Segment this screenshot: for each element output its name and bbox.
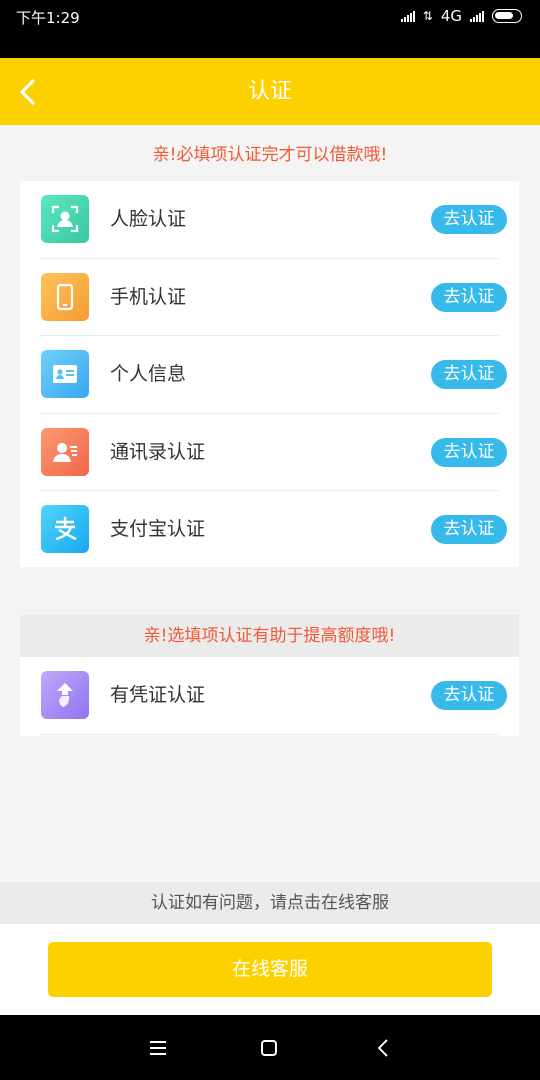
- signal-icon-2: [470, 10, 484, 22]
- item-label: 人脸认证: [110, 208, 187, 230]
- required-notice: 亲!必填项认证完才可以借款哦!: [152, 145, 388, 165]
- signal-icon: [400, 10, 415, 22]
- voucher-icon: [41, 671, 89, 719]
- item-label: 支付宝认证: [110, 518, 206, 540]
- status-indicators: ⇅ 4G: [400, 7, 522, 25]
- item-label: 有凭证认证: [110, 684, 206, 706]
- home-button[interactable]: [254, 1033, 284, 1063]
- bottom-action-area: 在线客服: [0, 924, 540, 1015]
- face-scan-icon: [41, 195, 89, 243]
- list-item-personal-info[interactable]: 个人信息 去认证: [20, 336, 519, 414]
- status-time: 下午1:29: [16, 9, 80, 27]
- list-item-face[interactable]: 人脸认证 去认证: [20, 181, 519, 259]
- menu-icon: [150, 1041, 166, 1055]
- item-label: 通讯录认证: [110, 440, 206, 463]
- data-transfer-icon: ⇅: [422, 9, 433, 23]
- verify-button[interactable]: 去认证: [431, 681, 507, 710]
- item-label: 手机认证: [110, 285, 187, 308]
- system-nav-bar: [0, 1015, 540, 1080]
- contacts-icon: [41, 427, 89, 476]
- app-header: 认证: [0, 58, 540, 125]
- battery-icon: [492, 9, 522, 23]
- optional-notice: 亲!选填项认证有助于提高额度哦!: [20, 615, 519, 657]
- id-card-icon: [41, 350, 89, 398]
- required-list: 人脸认证 去认证 手机认证 去认证 个人信息 去认证 通讯录认证 去认证 支付宝…: [20, 181, 519, 567]
- network-type: 4G: [440, 7, 462, 25]
- item-label: 个人信息: [110, 363, 187, 385]
- online-service-button[interactable]: 在线客服: [48, 942, 492, 997]
- status-bar: 下午1:29 ⇅ 4G: [0, 0, 540, 58]
- verify-button[interactable]: 去认证: [431, 282, 507, 312]
- system-back-button[interactable]: [368, 1033, 398, 1063]
- verify-button[interactable]: 去认证: [431, 437, 507, 467]
- page-title: 认证: [247, 79, 292, 104]
- chevron-left-icon: [377, 1039, 388, 1057]
- home-square-icon: [261, 1040, 277, 1056]
- menu-button[interactable]: [143, 1033, 173, 1063]
- list-item-voucher[interactable]: 有凭证认证 去认证: [20, 657, 519, 735]
- alipay-icon: [41, 505, 89, 553]
- verify-button[interactable]: 去认证: [431, 205, 507, 234]
- list-item-alipay[interactable]: 支付宝认证 去认证: [20, 491, 519, 569]
- phone-icon: [41, 272, 89, 321]
- list-item-phone[interactable]: 手机认证 去认证: [20, 259, 519, 336]
- divider: [40, 733, 499, 735]
- verify-button[interactable]: 去认证: [431, 515, 507, 544]
- optional-list: 有凭证认证 去认证: [20, 657, 519, 736]
- verify-button[interactable]: 去认证: [431, 360, 507, 389]
- help-text: 认证如有问题，请点击在线客服: [0, 882, 540, 924]
- list-item-contacts[interactable]: 通讯录认证 去认证: [20, 414, 519, 491]
